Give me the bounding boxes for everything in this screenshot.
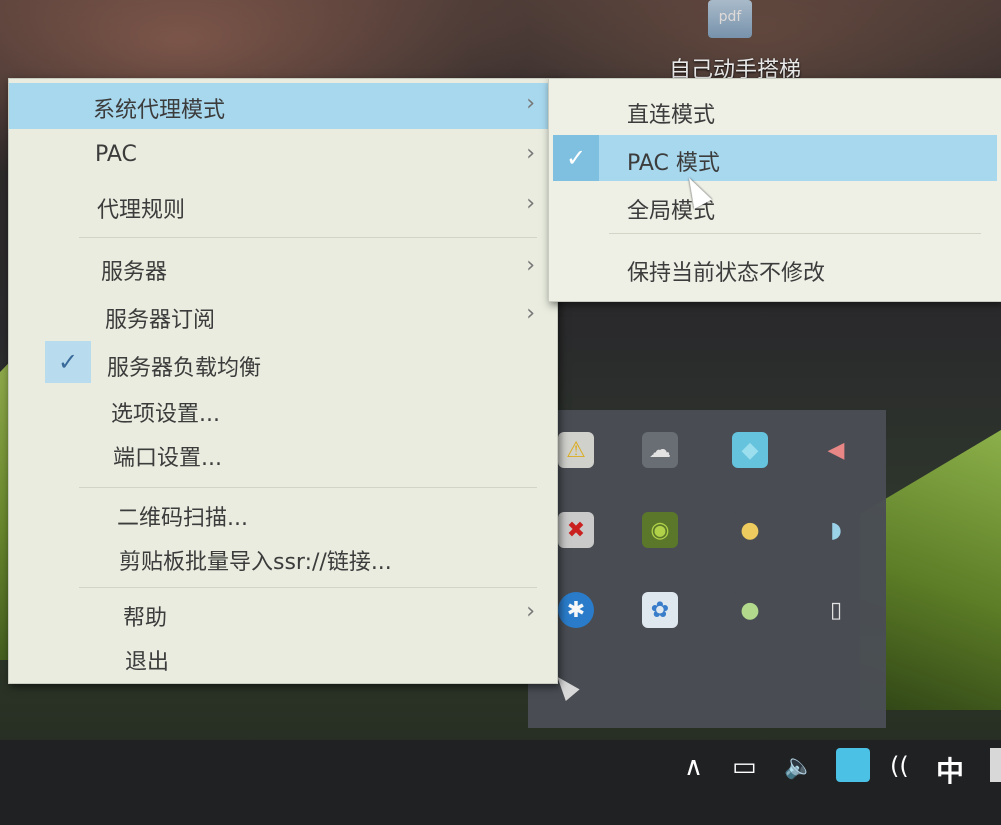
proxy-mode-submenu: 直连模式 ✓ PAC 模式 全局模式 保持当前状态不修改 <box>548 78 1001 302</box>
show-hidden-icons-button[interactable]: ∧ <box>684 752 703 782</box>
shadowsocksr-context-menu: 系统代理模式 › PAC › 代理规则 › 服务器 › 服务器订阅 › ✓ 服务… <box>8 78 558 684</box>
menu-item-port-settings[interactable]: 端口设置... <box>9 431 557 477</box>
shadowsocks-tray-icon[interactable] <box>836 748 870 782</box>
submenu-item-keep-current[interactable]: 保持当前状态不修改 <box>549 245 1001 291</box>
bluetooth-icon[interactable]: ✱ <box>558 592 594 628</box>
submenu-separator <box>609 233 981 234</box>
menu-item-system-proxy-mode[interactable]: 系统代理模式 › <box>9 83 557 129</box>
menu-item-import-clipboard[interactable]: 剪贴板批量导入ssr://链接... <box>9 535 557 581</box>
checkmark-icon: ✓ <box>553 135 599 181</box>
battery-icon[interactable]: ▭ <box>732 752 757 782</box>
pdf-file-icon[interactable]: pdf <box>708 0 752 38</box>
submenu-item-global[interactable]: 全局模式 <box>549 183 1001 229</box>
pdf-icon-text: pdf <box>718 9 742 25</box>
notification-icon[interactable] <box>990 748 1001 782</box>
chevron-right-icon: › <box>526 599 535 624</box>
menu-item-pac[interactable]: PAC › <box>9 133 557 179</box>
submenu-item-pac-mode[interactable]: ✓ PAC 模式 <box>553 135 997 181</box>
speaker-icon[interactable]: ◀ <box>818 432 854 468</box>
menu-separator <box>79 487 537 488</box>
menu-item-help[interactable]: 帮助 › <box>9 591 557 637</box>
chat-bubble-icon[interactable]: ● <box>732 512 768 548</box>
chevron-right-icon: › <box>526 141 535 166</box>
ime-indicator[interactable]: 中 <box>936 750 964 790</box>
menu-item-proxy-rules[interactable]: 代理规则 › <box>9 183 557 229</box>
shadowsocks-icon[interactable]: ◆ <box>732 432 768 468</box>
volume-icon[interactable]: 🔈 <box>784 752 814 780</box>
menu-item-options[interactable]: 选项设置... <box>9 387 557 433</box>
submenu-item-direct[interactable]: 直连模式 <box>549 87 1001 133</box>
usb-drive-icon[interactable]: ▯ <box>818 592 854 628</box>
wifi-icon[interactable]: (( <box>890 752 909 780</box>
menu-item-qr-scan[interactable]: 二维码扫描... <box>9 491 557 537</box>
menu-item-server-subscription[interactable]: 服务器订阅 › <box>9 293 557 339</box>
chevron-right-icon: › <box>526 191 535 216</box>
menu-separator <box>79 587 537 588</box>
checkmark-icon: ✓ <box>45 341 91 383</box>
security-shield-icon[interactable]: ⚠ <box>558 432 594 468</box>
chevron-right-icon: › <box>526 301 535 326</box>
network-error-icon[interactable]: ✖ <box>558 512 594 548</box>
chevron-right-icon: › <box>526 91 535 116</box>
menu-item-exit[interactable]: 退出 <box>9 635 557 681</box>
wechat-icon[interactable]: ● <box>732 592 768 628</box>
menu-separator <box>79 237 537 238</box>
menu-item-load-balance[interactable]: ✓ 服务器负载均衡 <box>9 341 557 387</box>
chevron-right-icon: › <box>526 253 535 278</box>
tray-overflow-panel: ⚠ ☁ ◆ ◀ ✖ ◉ ● ◗ ✱ ✿ ● ▯ <box>528 410 886 728</box>
menu-item-servers[interactable]: 服务器 › <box>9 245 557 291</box>
nvidia-icon[interactable]: ◉ <box>642 512 678 548</box>
wifi-app-icon[interactable]: ◗ <box>818 512 854 548</box>
baidu-cloud-icon[interactable]: ✿ <box>642 592 678 628</box>
cloud-icon[interactable]: ☁ <box>642 432 678 468</box>
